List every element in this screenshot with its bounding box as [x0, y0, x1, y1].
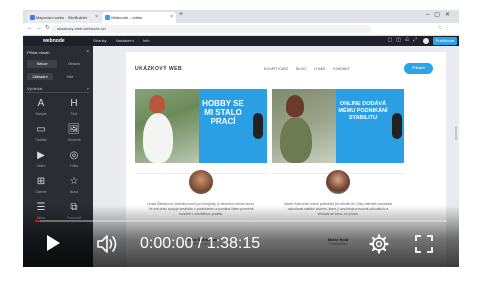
- close-icon[interactable]: ×: [86, 49, 89, 55]
- content-item-label: Nadpis: [35, 112, 47, 116]
- login-button[interactable]: Přihlásit: [404, 63, 433, 74]
- page-nav-item[interactable]: BLOG: [296, 67, 306, 71]
- tab-sections[interactable]: Sekce: [27, 60, 57, 68]
- banner-image[interactable]: ONLINE DODÁVÁ MÉMU PODNIKÁNÍ STABILITU: [272, 89, 404, 163]
- content-item-label: Fotka: [69, 164, 79, 168]
- person-body: [143, 113, 173, 163]
- person-body: [280, 117, 312, 163]
- duration: 1:38:15: [206, 235, 261, 252]
- browser-tab-active[interactable]: Webnode – editor ×: [102, 12, 176, 23]
- new-tab-icon[interactable]: +: [179, 11, 183, 18]
- avatar: [189, 170, 213, 194]
- avatar[interactable]: [423, 38, 429, 44]
- content-item-label: Video: [36, 164, 46, 168]
- publish-button[interactable]: Publikovat: [433, 37, 457, 45]
- favicon-icon: [105, 15, 110, 20]
- editor-tool-icons[interactable]: ▢◫⎌⤢: [388, 37, 421, 43]
- editor-logo: webnode: [43, 38, 65, 44]
- banner-text: ONLINE DODÁVÁ MÉMU PODNIKÁNÍ STABILITU: [338, 101, 388, 121]
- volume-icon[interactable]: [96, 234, 120, 259]
- sidebar-tabs: Sekce Obsah: [27, 60, 89, 68]
- sidebar-title: Přidat obsah: [27, 50, 50, 55]
- video-icon: ▶: [37, 150, 45, 161]
- page-nav: KOUPIT KURZ BLOG O NÁS KONTAKT: [264, 67, 357, 71]
- time-separator: /: [193, 235, 207, 252]
- canvas-scrollbar[interactable]: [455, 126, 457, 140]
- play-icon[interactable]: [47, 235, 60, 251]
- content-item[interactable]: A Nadpis: [27, 98, 55, 120]
- close-tab-icon[interactable]: ×: [95, 12, 98, 23]
- time-display: 0:00:00 / 1:38:15: [140, 235, 260, 253]
- microphone-icon: [392, 113, 402, 139]
- progress-bar[interactable]: [35, 220, 447, 222]
- video-player[interactable]: Mapování webu · SiteBuilder × Webnode – …: [23, 10, 459, 267]
- avatar: [326, 170, 350, 194]
- url-field[interactable]: ukazkovy-web.webnode.cz/: [51, 25, 371, 33]
- fullscreen-icon[interactable]: [414, 234, 434, 259]
- page-nav-item[interactable]: O NÁS: [314, 67, 325, 71]
- subtab-basic[interactable]: Základní: [27, 73, 53, 80]
- content-item-label: Text: [70, 112, 78, 116]
- editor-menu-item[interactable]: Stránky: [93, 38, 107, 43]
- browser-tab-bar: Mapování webu · SiteBuilder × Webnode – …: [23, 10, 459, 23]
- camera-icon: ◎: [69, 150, 79, 161]
- content-item-label: Galerie: [35, 190, 47, 194]
- page-logo[interactable]: UKÁZKOVÝ WEB: [135, 66, 182, 72]
- heading-icon: A: [37, 98, 45, 109]
- search-icon: ⌕: [86, 86, 89, 91]
- text-icon: H: [70, 98, 78, 109]
- editor-menu-item[interactable]: Nastavení: [116, 38, 134, 43]
- sidebar-subtabs: Základní Vše: [27, 73, 89, 80]
- editor-menu-item[interactable]: Info: [143, 38, 150, 43]
- content-item[interactable]: 🖼 Obrázek: [60, 124, 88, 146]
- browser-tab-title: Mapování webu · SiteBuilder: [36, 15, 88, 20]
- address-bar: ←→↻ ukazkovy-web.webnode.cz/ ☆⋮: [23, 23, 459, 36]
- person-head: [149, 95, 165, 113]
- banner-photo: [135, 89, 199, 163]
- editor-toolbar: webnode Stránky Nastavení Info ▢◫⎌⤢ Publ…: [23, 36, 459, 46]
- page-nav-item[interactable]: KONTAKT: [333, 67, 350, 71]
- gear-icon[interactable]: [369, 234, 389, 259]
- extension-icons[interactable]: ☆⋮: [438, 25, 453, 31]
- content-item[interactable]: ▭ Tlačítko: [27, 124, 55, 146]
- content-item-label: Tlačítko: [34, 138, 48, 142]
- content-item[interactable]: ▶ Video: [27, 150, 55, 172]
- image-icon: 🖼: [67, 124, 81, 135]
- button-icon: ▭: [36, 124, 46, 135]
- banner-photo: [272, 89, 336, 163]
- current-time: 0:00:00: [140, 235, 194, 252]
- star-icon: ☆: [69, 176, 79, 187]
- browser-tab[interactable]: Mapování webu · SiteBuilder ×: [27, 12, 101, 23]
- content-item[interactable]: ☆ Ikona: [60, 176, 88, 198]
- content-item[interactable]: H Text: [60, 98, 88, 120]
- tab-content[interactable]: Obsah: [59, 60, 89, 68]
- sidebar-search[interactable]: Vyhledat ⌕: [27, 85, 89, 93]
- content-item-label: Obrázek: [67, 138, 81, 142]
- browser-tab-title: Webnode – editor: [111, 15, 143, 20]
- content-item[interactable]: ⊞ Galerie: [27, 176, 55, 198]
- subtab-all[interactable]: Vše: [57, 73, 83, 80]
- page-nav-item[interactable]: KOUPIT KURZ: [264, 67, 288, 71]
- window-controls[interactable]: –▢✕: [426, 11, 455, 18]
- microphone-icon: [253, 113, 263, 139]
- content-item-label: Ikona: [69, 190, 79, 194]
- favicon-icon: [30, 15, 35, 20]
- banner-text: HOBBY SE MI STALO PRACÍ: [202, 99, 244, 126]
- navigation-icons[interactable]: ←→↻: [27, 24, 53, 31]
- content-item[interactable]: ◎ Fotka: [60, 150, 88, 172]
- person-head: [286, 95, 304, 117]
- close-tab-icon[interactable]: ×: [170, 12, 173, 23]
- editor-menu: Stránky Nastavení Info: [93, 38, 158, 43]
- search-input[interactable]: Vyhledat: [27, 86, 42, 91]
- banner-image[interactable]: HOBBY SE MI STALO PRACÍ: [135, 89, 267, 163]
- gallery-icon: ⊞: [36, 176, 46, 187]
- progress-fill: [35, 220, 40, 222]
